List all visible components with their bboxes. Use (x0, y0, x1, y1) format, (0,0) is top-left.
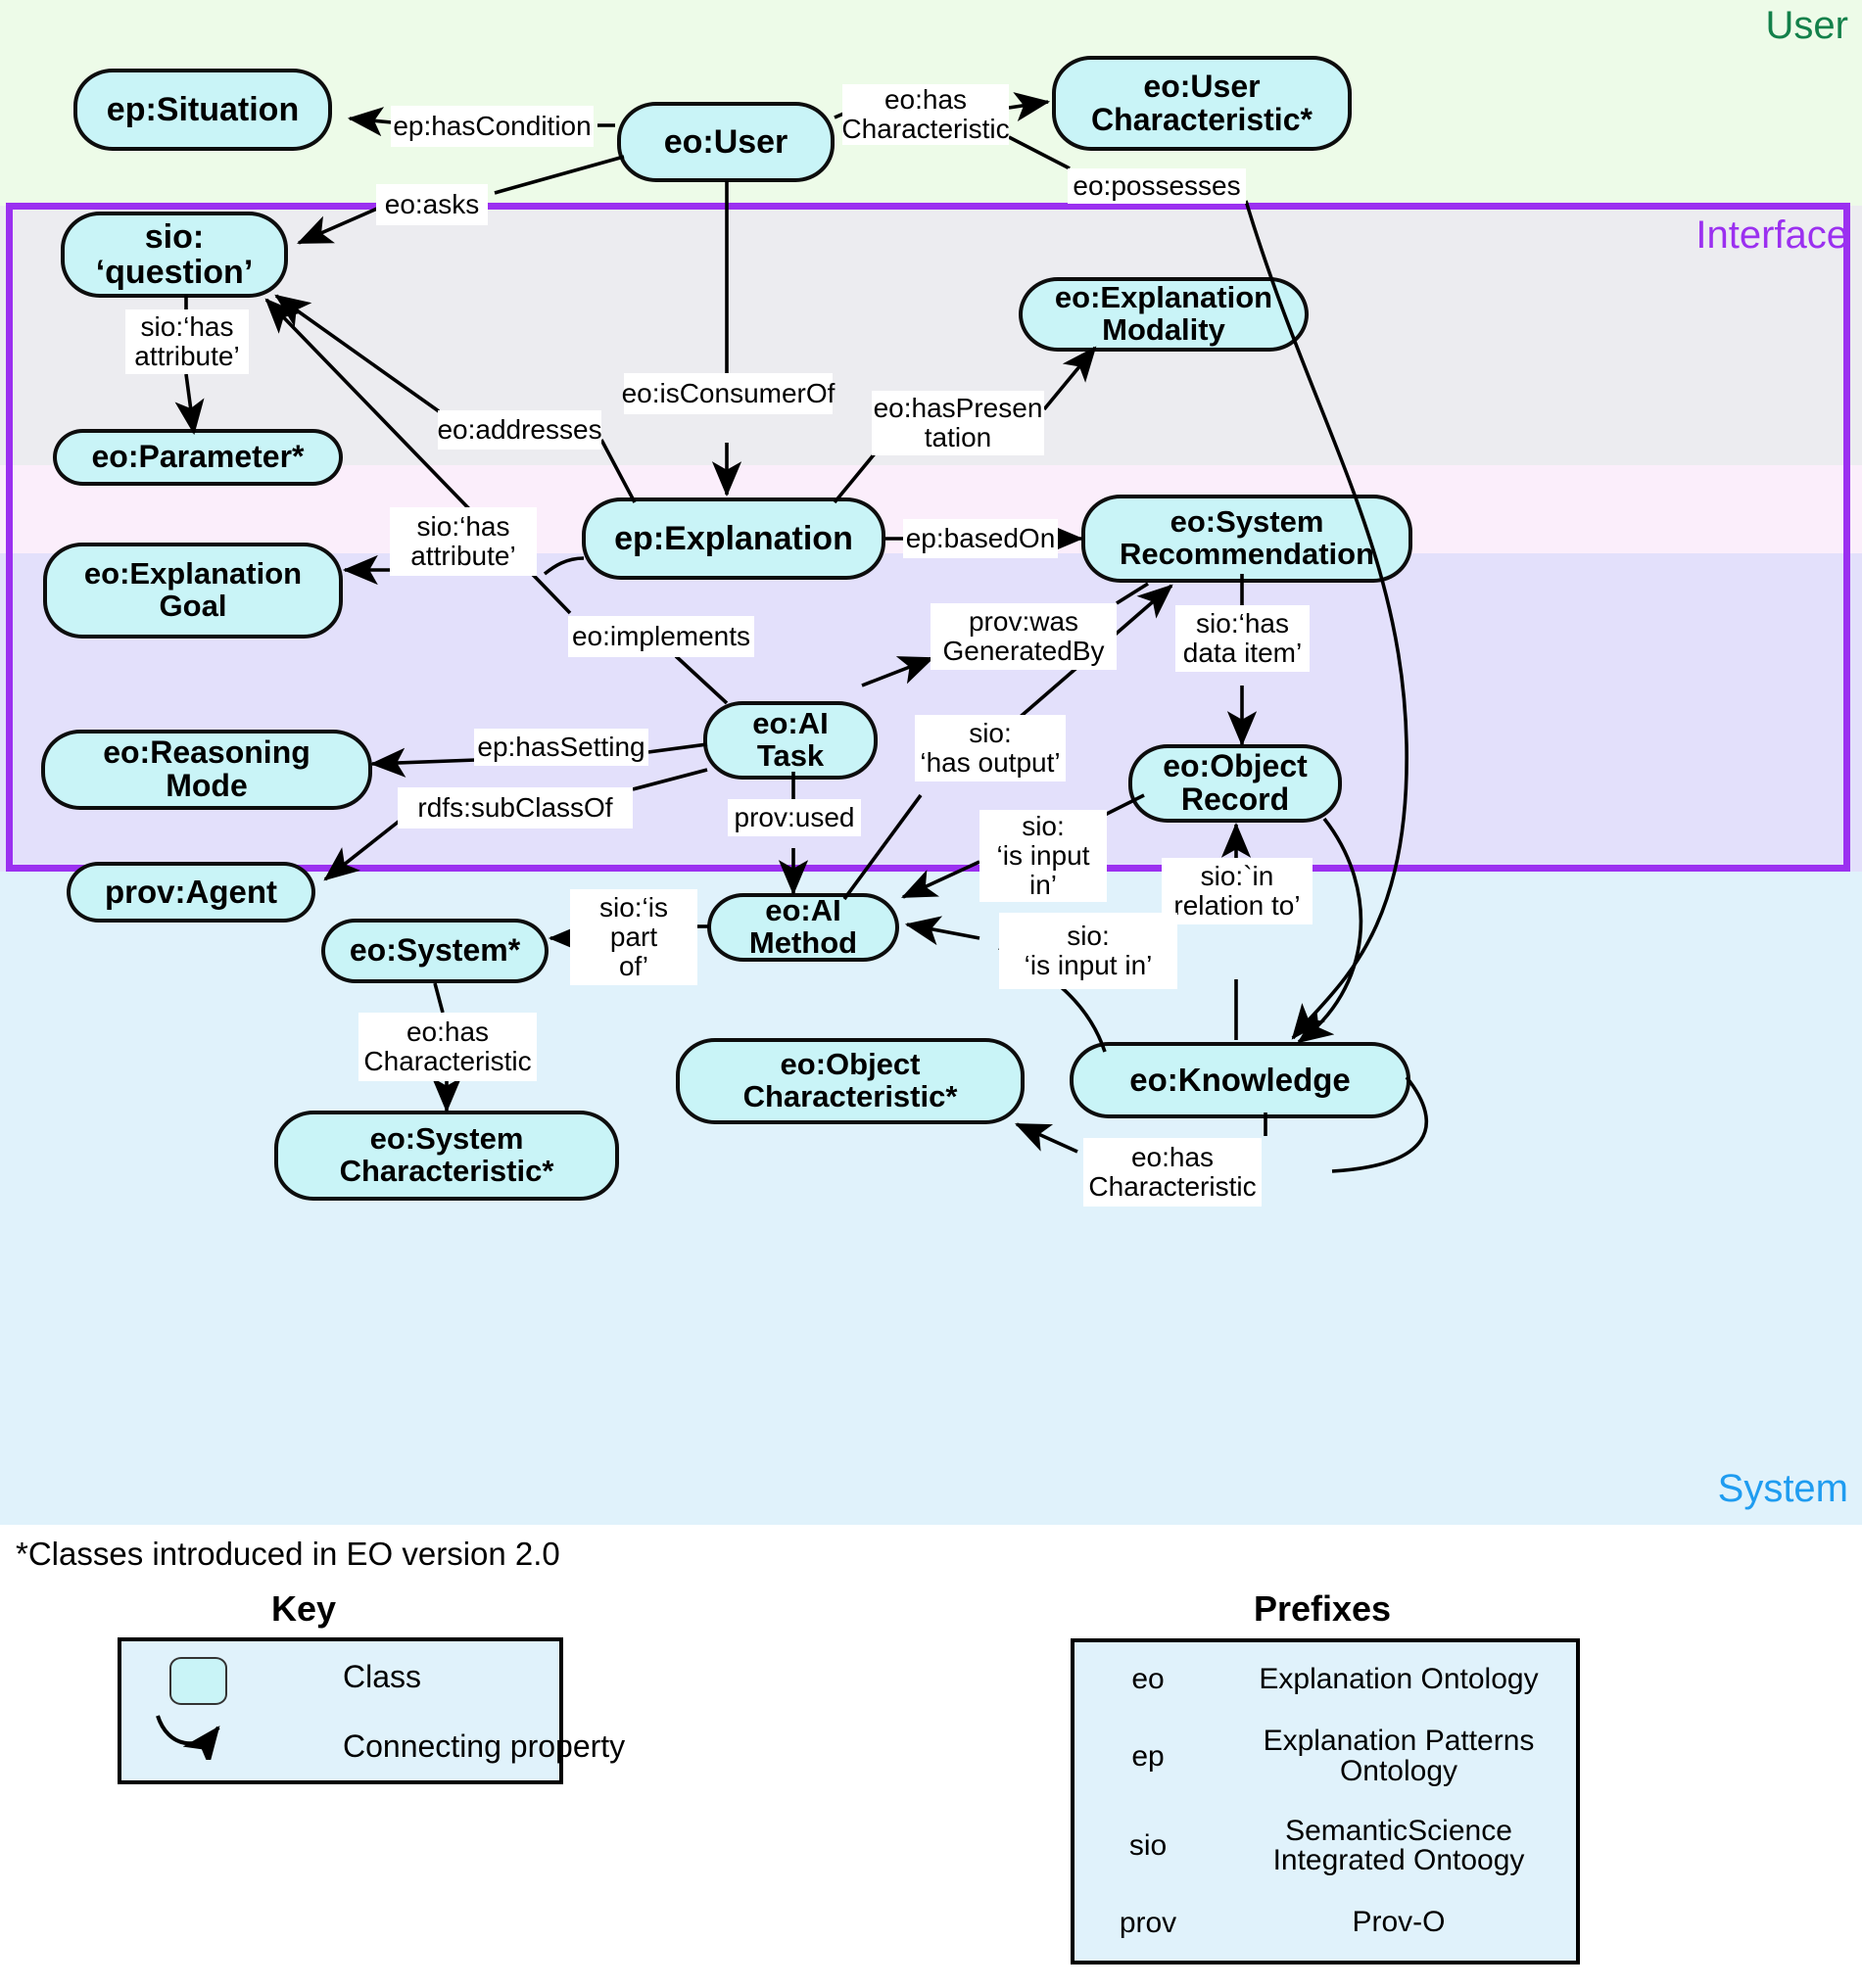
property-label: rdfs:subClassOf (417, 792, 613, 824)
property-label: eo:implements (571, 621, 751, 652)
property-label-line3: in’ (1028, 869, 1057, 900)
property-label-line1: sio: (1022, 811, 1065, 842)
property-eo-addresses: eo:addresses (437, 410, 602, 450)
property-sio-isinputin-objectrecord: sio: ‘is input in’ (979, 810, 1107, 902)
property-label-line1: sio:`in (1200, 861, 1274, 892)
property-label-line2: attribute’ (134, 341, 240, 371)
property-sio-hasoutput: sio: ‘has output’ (915, 715, 1066, 781)
property-label-line1: eo:has (883, 84, 968, 116)
property-label: eo:asks (384, 189, 480, 220)
property-eo-hascharacteristic-user: eo:has Characteristic (841, 84, 1010, 145)
property-prov-used: prov:used (728, 799, 861, 836)
property-label-line2: Characteristic (841, 114, 1010, 144)
property-prov-wasgeneratedby: prov:was GeneratedBy (931, 603, 1117, 670)
property-eo-hascharacteristic-knowledge: eo:has Characteristic (1083, 1138, 1262, 1207)
property-label-line2: GeneratedBy (942, 636, 1105, 666)
property-label-line1: sio:‘has (140, 311, 234, 343)
property-label-line2: part (609, 922, 658, 953)
property-label-line1: sio: (1067, 921, 1110, 952)
property-label-line2: data item’ (1182, 638, 1303, 668)
property-sio-isinputin-knowledge: sio: ‘is input in’ (999, 913, 1177, 989)
property-sio-ispartof: sio:‘is part of’ (570, 889, 697, 985)
property-label: eo:possesses (1073, 170, 1241, 202)
property-label: eo:addresses (437, 414, 602, 446)
property-ep-hassetting: ep:hasSetting (474, 729, 648, 766)
property-label-line1: eo:has (1130, 1142, 1215, 1173)
property-ep-hascondition: ep:hasCondition (391, 106, 594, 147)
property-label-line1: sio:‘is (598, 892, 668, 923)
property-label-line2: attribute’ (410, 541, 516, 571)
property-ep-basedon: ep:basedOn (903, 519, 1058, 558)
property-label: ep:hasSetting (477, 732, 645, 763)
property-label-line1: sio:‘has (416, 511, 510, 543)
property-label-line1: sio: (969, 718, 1012, 749)
property-eo-implements: eo:implements (568, 616, 754, 657)
property-eo-isconsumerof: eo:isConsumerOf (621, 373, 836, 414)
property-sio-hasattribute-question: sio:‘has attribute’ (125, 309, 249, 374)
property-label: ep:basedOn (905, 523, 1056, 554)
property-label-line1: eo:hasPresen (873, 393, 1043, 424)
property-label-line2: ‘has output’ (920, 747, 1061, 778)
ontology-diagram: User Interface System ep:Situation eo:Us… (0, 0, 1862, 1988)
property-label-line2: tation (924, 422, 992, 452)
edge-layer (174, 92, 1429, 1173)
property-label-line1: eo:has (406, 1017, 490, 1048)
property-eo-asks: eo:asks (376, 184, 488, 225)
property-sio-hasattribute-explanation: sio:‘has attribute’ (390, 507, 537, 576)
property-rdfs-subclassof: rdfs:subClassOf (398, 787, 633, 828)
property-label: ep:hasCondition (393, 111, 592, 142)
property-sio-inrelationto: sio:`in relation to’ (1162, 858, 1313, 924)
property-label: prov:used (734, 802, 855, 833)
property-label-line2: ‘is input (996, 840, 1090, 872)
property-label-line1: sio:‘has (1196, 608, 1289, 639)
property-eo-haspresentation: eo:hasPresen tation (872, 391, 1044, 455)
property-label: eo:isConsumerOf (621, 378, 836, 409)
property-label-line2: ‘is input in’ (1024, 950, 1153, 980)
property-sio-hasdataitem: sio:‘has data item’ (1175, 605, 1310, 672)
property-eo-possesses: eo:possesses (1068, 168, 1246, 204)
property-label-line3: of’ (618, 950, 649, 981)
property-label-line1: prov:was (968, 606, 1079, 638)
property-label-line2: Characteristic (363, 1046, 532, 1076)
property-label-line2: relation to’ (1173, 890, 1301, 921)
property-eo-hascharacteristic-system: eo:has Characteristic (358, 1013, 537, 1081)
property-label-line2: Characteristic (1088, 1171, 1257, 1202)
